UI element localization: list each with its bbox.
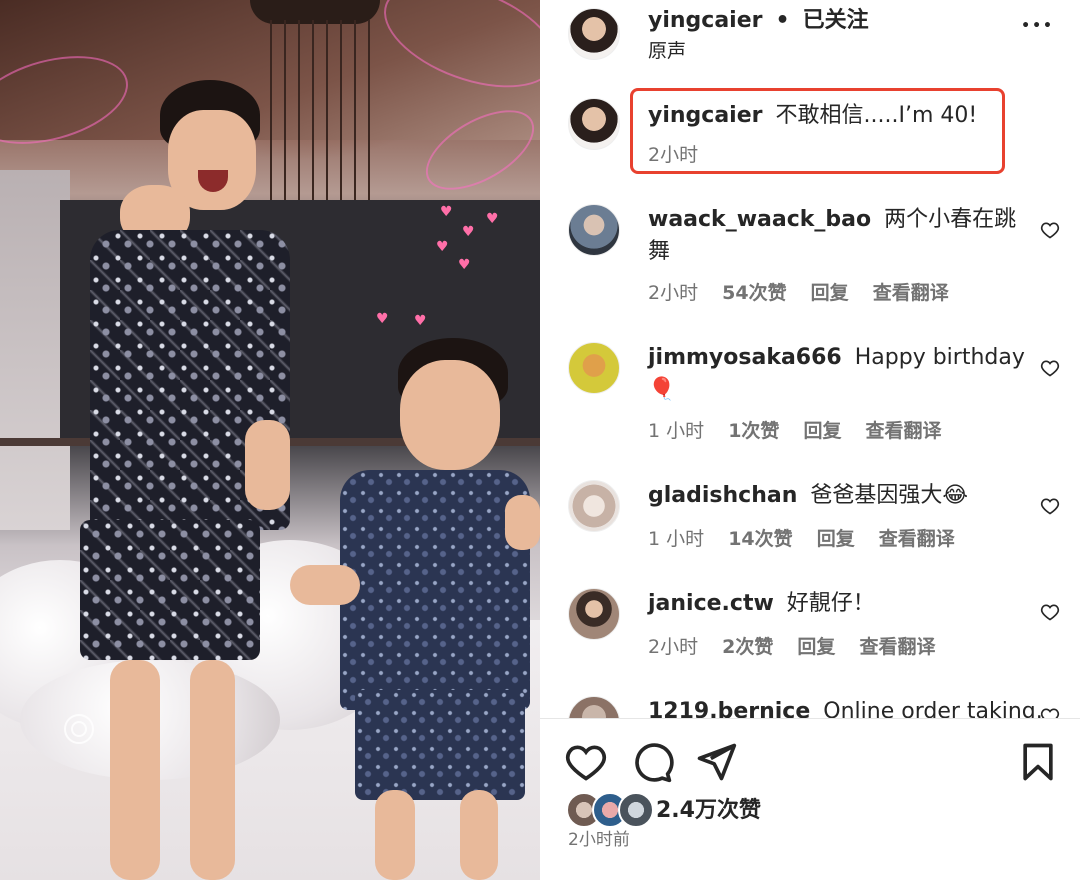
posted-time: 2小时前 <box>568 830 630 850</box>
comment-meta: 2小时 2次赞 回复 查看翻译 <box>648 632 954 659</box>
comment-username[interactable]: 1219.bernice <box>648 699 810 718</box>
comment-item: gladishchan 爸爸基因强大😂 1 小时 14次赞 回复 查看翻译 <box>540 476 1080 566</box>
comment-likes[interactable]: 2次赞 <box>722 636 773 658</box>
reply-button[interactable]: 回复 <box>803 420 841 442</box>
more-icon[interactable]: ••• <box>1021 18 1054 34</box>
comment-text: 两个小春在跳 <box>884 207 1017 232</box>
reply-button[interactable]: 回复 <box>817 528 855 550</box>
follow-status[interactable]: 已关注 <box>803 8 869 33</box>
comment-meta: 2小时 54次赞 回复 查看翻译 <box>648 278 967 305</box>
translate-button[interactable]: 查看翻译 <box>873 282 949 304</box>
share-icon[interactable] <box>694 740 738 784</box>
comment-text: Online order taking. <box>823 699 1043 718</box>
comment-likes[interactable]: 1次赞 <box>728 420 779 442</box>
comment-username[interactable]: waack_waack_bao <box>648 207 871 232</box>
comment-username[interactable]: gladishchan <box>648 483 797 508</box>
post-video[interactable]: ♥ ♥ ♥ ♥ ♥ ♥ ♥ <box>0 0 540 880</box>
comment-like-heart-icon[interactable] <box>1040 220 1060 240</box>
video-effect-heart: ♥ <box>414 313 427 329</box>
video-effect-heart: ♥ <box>440 204 453 220</box>
comment-avatar[interactable] <box>568 588 620 640</box>
video-effect-heart: ♥ <box>436 239 449 255</box>
translate-button[interactable]: 查看翻译 <box>879 528 955 550</box>
video-watermark-icon <box>64 714 94 744</box>
comments-panel: yingcaier • 已关注 原声 ••• yingcaier 不敢相信...… <box>540 0 1080 880</box>
audio-label[interactable]: 原声 <box>648 38 686 64</box>
video-effect-heart: ♥ <box>462 224 475 240</box>
comment-avatar[interactable] <box>568 696 620 718</box>
likes-count[interactable]: 2.4万次赞 <box>656 796 761 826</box>
comment-time: 1 小时 <box>648 528 705 550</box>
like-heart-icon[interactable] <box>564 740 608 784</box>
post-header: yingcaier • 已关注 原声 ••• <box>540 0 1080 80</box>
comment-item: 1219.bernice Online order taking. <box>540 696 1080 718</box>
comment-text: Happy birthday <box>854 345 1025 370</box>
comment-likes[interactable]: 54次赞 <box>722 282 786 304</box>
comment-likes[interactable]: 14次赞 <box>728 528 792 550</box>
comment-time: 2小时 <box>648 282 699 304</box>
comment-item: janice.ctw 好靚仔！ 2小时 2次赞 回复 查看翻译 <box>540 586 1080 676</box>
video-effect-heart: ♥ <box>486 211 499 227</box>
comment-item: waack_waack_bao 两个小春在跳 舞 2小时 54次赞 回复 查看翻… <box>540 200 1080 310</box>
video-effect-heart: ♥ <box>376 311 389 327</box>
reply-button[interactable]: 回复 <box>811 282 849 304</box>
comment-username[interactable]: jimmyosaka666 <box>648 345 842 370</box>
comment-avatar[interactable] <box>568 342 620 394</box>
comment-like-heart-icon[interactable] <box>1040 496 1060 516</box>
comment-item: jimmyosaka666 Happy birthday 🎈 1 小时 1次赞 … <box>540 338 1080 448</box>
comment-time: 2小时 <box>648 636 699 658</box>
caption-avatar[interactable] <box>568 98 620 150</box>
author-avatar[interactable] <box>568 8 620 60</box>
bookmark-icon[interactable] <box>1016 740 1060 784</box>
comment-username[interactable]: janice.ctw <box>648 591 774 616</box>
comment-like-heart-icon[interactable] <box>1040 602 1060 622</box>
comment-text-line2: 🎈 <box>648 377 676 402</box>
comment-avatar[interactable] <box>568 480 620 532</box>
translate-button[interactable]: 查看翻译 <box>866 420 942 442</box>
reply-button[interactable]: 回复 <box>797 636 835 658</box>
video-effect-heart: ♥ <box>458 257 471 273</box>
translate-button[interactable]: 查看翻译 <box>859 636 935 658</box>
author-username[interactable]: yingcaier <box>648 8 763 33</box>
comment-like-heart-icon[interactable] <box>1040 358 1060 378</box>
comment-like-heart-icon[interactable] <box>1040 706 1060 718</box>
header-dot: • <box>775 8 790 33</box>
actions-divider <box>540 718 1080 719</box>
comment-icon[interactable] <box>630 740 674 784</box>
comment-text-line2: 舞 <box>648 239 671 264</box>
comment-text: 好靚仔！ <box>786 591 875 616</box>
comment-text: 爸爸基因强大😂 <box>810 483 969 508</box>
comment-avatar[interactable] <box>568 204 620 256</box>
comment-meta: 1 小时 1次赞 回复 查看翻译 <box>648 416 960 443</box>
comment-meta: 1 小时 14次赞 回复 查看翻译 <box>648 524 973 551</box>
comment-time: 1 小时 <box>648 420 705 442</box>
highlight-box <box>630 88 1005 174</box>
liker-avatar[interactable] <box>618 792 654 828</box>
